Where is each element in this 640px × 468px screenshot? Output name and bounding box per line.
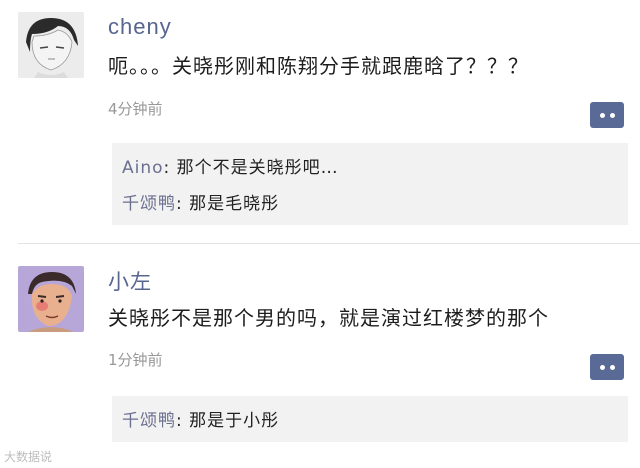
comment-divider xyxy=(18,243,640,244)
avatar-sketch-portrait xyxy=(18,12,84,78)
avatar[interactable] xyxy=(18,12,84,78)
reply-item[interactable]: 千颂鸭: 那是于小彤 xyxy=(122,406,279,431)
watermark: 大数据说 xyxy=(4,450,53,464)
comment-text: 关晓彤不是那个男的吗，就是演过红楼梦的那个 xyxy=(108,306,549,330)
reply-separator: : xyxy=(176,194,183,214)
reply-box: 千颂鸭: 那是于小彤 xyxy=(112,396,628,442)
commenter-name[interactable]: cheny xyxy=(108,14,172,40)
comment-dots-icon[interactable] xyxy=(590,354,624,380)
commenter-name[interactable]: 小左 xyxy=(108,266,152,296)
reply-item[interactable]: 千颂鸭: 那是毛晓彤 xyxy=(122,189,279,214)
reply-box: Aino: 那个不是关晓彤吧… 千颂鸭: 那是毛晓彤 xyxy=(112,143,628,225)
avatar[interactable] xyxy=(18,266,84,332)
reply-user[interactable]: 千颂鸭 xyxy=(122,194,176,214)
reply-user[interactable]: 千颂鸭 xyxy=(122,411,176,431)
comment-text: 呃。。。关晓彤刚和陈翔分手就跟鹿晗了？？？ xyxy=(108,54,529,78)
reply-item[interactable]: Aino: 那个不是关晓彤吧… xyxy=(122,153,339,178)
reply-text: 那是毛晓彤 xyxy=(182,194,280,214)
avatar-cartoon-face xyxy=(18,266,84,332)
reply-user[interactable]: Aino xyxy=(122,158,164,178)
reply-text: 那个不是关晓彤吧… xyxy=(170,158,339,178)
comment-time: 1分钟前 xyxy=(108,351,163,369)
comment-time: 4分钟前 xyxy=(108,100,163,118)
comment-dots-icon[interactable] xyxy=(590,102,624,128)
reply-text: 那是于小彤 xyxy=(182,411,280,431)
reply-separator: : xyxy=(176,411,183,431)
